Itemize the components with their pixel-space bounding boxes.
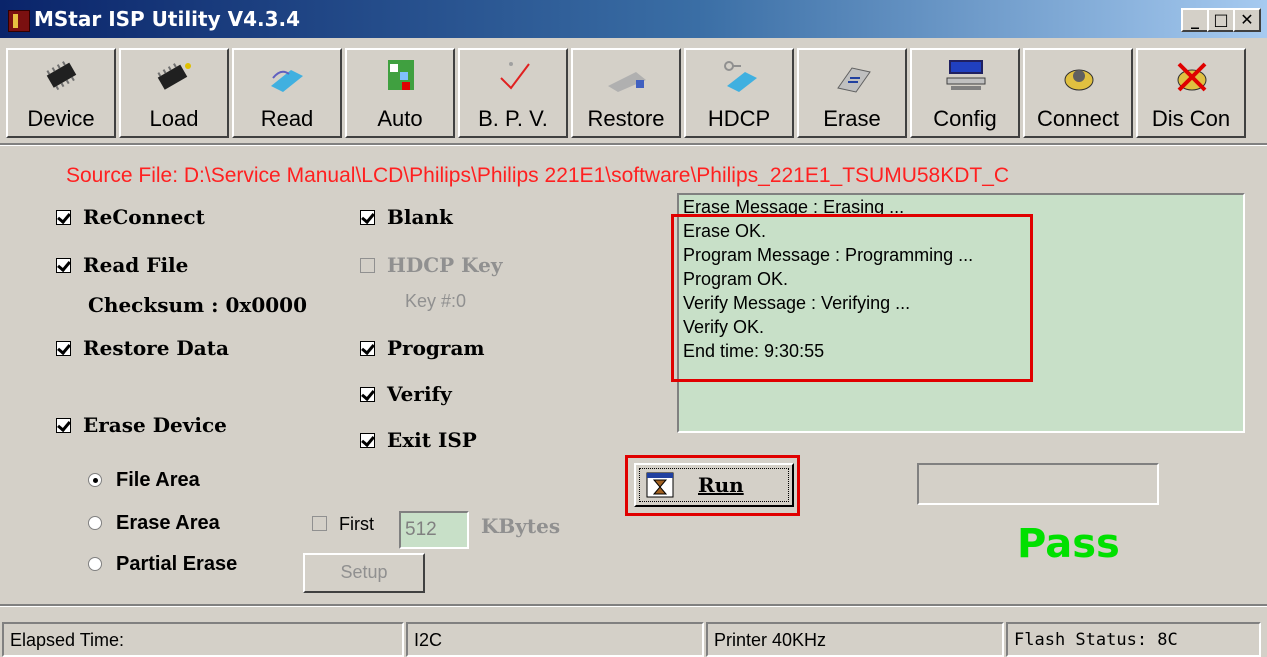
key-number-text: Key #:0 xyxy=(405,291,467,311)
verify-checkbox[interactable]: Verify xyxy=(360,382,452,406)
disconnect-icon xyxy=(1177,62,1207,92)
bpv-label: B. P. V. xyxy=(478,106,548,131)
restore-data-check-box[interactable] xyxy=(56,341,71,356)
bpv-button[interactable]: B. P. V. xyxy=(458,48,568,138)
exit-isp-checkbox[interactable]: Exit ISP xyxy=(360,428,477,452)
program-checkbox[interactable]: Program xyxy=(360,336,485,360)
radio-file-area-dot[interactable] xyxy=(88,473,102,487)
minimize-button[interactable]: _ xyxy=(1181,8,1209,32)
restore-data-checkbox[interactable]: Restore Data xyxy=(56,336,229,360)
exit-isp-label: Exit ISP xyxy=(387,428,477,452)
erase-button[interactable]: Erase xyxy=(797,48,907,138)
read-file-checkbox[interactable]: Read File xyxy=(56,253,188,277)
config-label: Config xyxy=(933,106,997,131)
connect-label: Connect xyxy=(1037,106,1119,131)
connect-button[interactable]: Connect xyxy=(1023,48,1133,138)
erase-icon xyxy=(837,67,871,93)
blank-checkbox[interactable]: Blank xyxy=(360,205,453,229)
load-button[interactable]: Load xyxy=(119,48,229,138)
log-highlight-box xyxy=(671,214,1033,382)
status-printer: Printer 40KHz xyxy=(706,622,1004,657)
restore-label: Restore xyxy=(587,106,665,131)
connect-icon xyxy=(1064,69,1094,91)
status-flash: Flash Status: 8C xyxy=(1006,622,1261,657)
first-checkbox[interactable]: First xyxy=(312,514,374,535)
progress-bar xyxy=(917,463,1159,505)
program-check-box[interactable] xyxy=(360,341,375,356)
first-label: First xyxy=(339,514,374,534)
result-status: Pass xyxy=(1017,521,1120,567)
config-button[interactable]: Config xyxy=(910,48,1020,138)
first-check-box[interactable] xyxy=(312,516,327,531)
hdcp-key-checkbox[interactable]: HDCP Key xyxy=(360,253,502,277)
disconnect-button[interactable]: Dis Con xyxy=(1136,48,1246,138)
read-file-label: Read File xyxy=(83,253,189,277)
disconnect-label: Dis Con xyxy=(1151,106,1231,131)
status-interface: I2C xyxy=(406,622,704,657)
checksum-text: Checksum : 0x0000 xyxy=(88,293,307,317)
exit-isp-check-box[interactable] xyxy=(360,433,375,448)
read-button[interactable]: Read xyxy=(232,48,342,138)
hdcp-label: HDCP xyxy=(707,106,771,131)
run-button[interactable]: Run xyxy=(634,463,794,507)
toolbar: Device Load Read Auto B. P. V. Restore H… xyxy=(6,48,1261,140)
program-label: Program xyxy=(387,336,485,360)
auto-icon xyxy=(388,60,414,90)
erase-device-check-box[interactable] xyxy=(56,418,71,433)
auto-label: Auto xyxy=(377,106,423,131)
radio-erase-area[interactable]: Erase Area xyxy=(88,512,220,535)
hdcp-key-check-box[interactable] xyxy=(360,258,375,273)
source-file-path: Source File: D:\Service Manual\LCD\Phili… xyxy=(66,164,1010,187)
kbytes-label: KBytes xyxy=(481,514,561,538)
restore-data-label: Restore Data xyxy=(83,336,229,360)
hdcp-button[interactable]: HDCP xyxy=(684,48,794,138)
auto-button[interactable]: Auto xyxy=(345,48,455,138)
title-bar: MStar ISP Utility V4.3.4 _ □ ✕ xyxy=(0,0,1267,38)
read-file-check-box[interactable] xyxy=(56,258,71,273)
status-elapsed: Elapsed Time: xyxy=(2,622,404,657)
read-label: Read xyxy=(260,106,314,131)
run-label: Run xyxy=(698,473,744,497)
checkmark-icon xyxy=(500,62,530,90)
verify-label: Verify xyxy=(387,382,452,406)
chip-load-icon xyxy=(157,63,191,90)
close-button[interactable]: ✕ xyxy=(1233,8,1261,32)
restore-icon xyxy=(608,72,646,92)
setup-button[interactable]: Setup xyxy=(303,553,425,593)
load-label: Load xyxy=(149,106,199,131)
restore-button[interactable]: Restore xyxy=(571,48,681,138)
reconnect-checkbox[interactable]: ReConnect xyxy=(56,205,205,229)
erase-device-checkbox[interactable]: Erase Device xyxy=(56,413,227,437)
reconnect-check-box[interactable] xyxy=(56,210,71,225)
device-label: Device xyxy=(27,106,95,131)
radio-partial-erase-label: Partial Erase xyxy=(116,553,238,575)
blank-check-box[interactable] xyxy=(360,210,375,225)
reconnect-label: ReConnect xyxy=(83,205,205,229)
erase-device-label: Erase Device xyxy=(83,413,227,437)
toolbar-divider xyxy=(0,143,1267,146)
radio-file-area[interactable]: File Area xyxy=(88,469,200,492)
device-button[interactable]: Device xyxy=(6,48,116,138)
config-icon xyxy=(946,60,986,90)
radio-erase-area-dot[interactable] xyxy=(88,516,102,530)
maximize-button[interactable]: □ xyxy=(1207,8,1235,32)
status-divider xyxy=(0,604,1267,607)
radio-partial-erase[interactable]: Partial Erase xyxy=(88,553,237,576)
blank-label: Blank xyxy=(387,205,453,229)
radio-partial-erase-dot[interactable] xyxy=(88,557,102,571)
main-window: MStar ISP Utility V4.3.4 _ □ ✕ Device Lo… xyxy=(0,0,1267,657)
radio-erase-area-label: Erase Area xyxy=(116,512,220,534)
erase-label: Erase xyxy=(823,106,881,131)
app-icon xyxy=(8,10,30,32)
window-title: MStar ISP Utility V4.3.4 xyxy=(34,7,301,31)
hdcp-key-label: HDCP Key xyxy=(387,253,503,277)
radio-file-area-label: File Area xyxy=(116,469,200,491)
read-icon xyxy=(271,70,303,92)
hdcp-icon xyxy=(724,61,757,92)
verify-check-box[interactable] xyxy=(360,387,375,402)
hourglass-icon xyxy=(646,472,674,498)
kbytes-input[interactable]: 512 xyxy=(399,511,469,549)
chip-icon xyxy=(46,61,77,91)
